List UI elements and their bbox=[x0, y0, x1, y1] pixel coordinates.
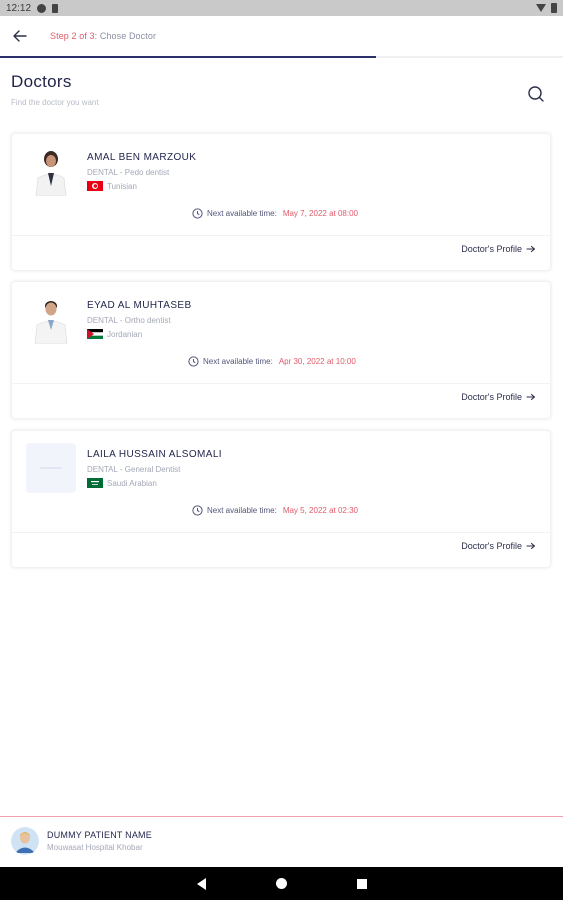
doctor-card[interactable]: AMAL BEN MARZOUK DENTAL - Pedo dentist T… bbox=[11, 133, 551, 271]
patient-name: DUMMY PATIENT NAME bbox=[47, 830, 152, 840]
card-divider bbox=[12, 383, 550, 384]
next-available-label: Next available time: bbox=[203, 357, 273, 366]
arrow-right-icon bbox=[526, 393, 536, 401]
system-nav-bar bbox=[0, 867, 563, 900]
doctor-card[interactable]: LAILA HUSSAIN ALSOMALI DENTAL - General … bbox=[11, 430, 551, 568]
doctor-specialty: DENTAL - General Dentist bbox=[87, 465, 181, 474]
top-bar: Step 2 of 3: Chose Doctor bbox=[0, 16, 563, 56]
arrow-right-icon bbox=[526, 245, 536, 253]
clock-icon bbox=[188, 356, 199, 367]
doctor-profile-link[interactable]: Doctor's Profile bbox=[461, 541, 536, 551]
nav-home-icon[interactable] bbox=[275, 878, 287, 889]
doctor-card[interactable]: EYAD AL MUHTASEB DENTAL - Ortho dentist … bbox=[11, 281, 551, 419]
next-available-label: Next available time: bbox=[207, 506, 277, 515]
footer-divider bbox=[0, 816, 563, 817]
nationality-label: Jordanian bbox=[107, 329, 143, 339]
clock-icon bbox=[192, 505, 203, 516]
clock: 12:12 bbox=[6, 2, 32, 14]
doctor-profile-link[interactable]: Doctor's Profile bbox=[461, 392, 536, 402]
wifi-icon bbox=[536, 4, 546, 12]
doctor-photo-placeholder bbox=[26, 443, 76, 493]
page-subtitle: Find the doctor you want bbox=[11, 98, 99, 107]
doctor-nationality: Tunisian bbox=[87, 181, 137, 191]
doctor-profile-label: Doctor's Profile bbox=[461, 392, 522, 402]
next-available-time: May 5, 2022 at 02:30 bbox=[282, 506, 358, 515]
clock-icon bbox=[192, 208, 203, 219]
doctor-name: AMAL BEN MARZOUK bbox=[87, 152, 197, 163]
status-bar: 12:12 bbox=[0, 0, 563, 16]
doctor-nationality: Saudi Arabian bbox=[87, 478, 157, 488]
doctor-photo bbox=[26, 294, 76, 344]
nav-back-icon[interactable] bbox=[196, 877, 206, 890]
tunisia-flag-icon bbox=[87, 181, 103, 191]
battery-icon bbox=[551, 3, 557, 13]
jordan-flag-icon bbox=[87, 329, 103, 339]
doctor-profile-label: Doctor's Profile bbox=[461, 541, 522, 551]
doctor-profile-link[interactable]: Doctor's Profile bbox=[461, 244, 536, 254]
step-label: Chose Doctor bbox=[99, 31, 157, 41]
search-icon bbox=[528, 86, 544, 102]
next-available: Next available time: Apr 30, 2022 at 10:… bbox=[188, 356, 356, 367]
nationality-label: Tunisian bbox=[107, 181, 137, 191]
card-divider bbox=[12, 532, 550, 533]
step-number: Step 2 of 3: bbox=[50, 31, 98, 41]
back-button[interactable] bbox=[0, 16, 40, 56]
arrow-right-icon bbox=[526, 542, 536, 550]
doctor-nationality: Jordanian bbox=[87, 329, 142, 339]
arrow-left-icon bbox=[13, 30, 27, 42]
sim-card-icon bbox=[52, 3, 59, 13]
doctor-profile-label: Doctor's Profile bbox=[461, 244, 522, 254]
patient-info[interactable]: DUMMY PATIENT NAME Mouwasat Hospital Kho… bbox=[11, 827, 152, 855]
notification-icon bbox=[37, 3, 47, 13]
next-available-time: May 7, 2022 at 08:00 bbox=[282, 209, 358, 218]
patient-avatar bbox=[11, 827, 39, 855]
step-progress-fill bbox=[0, 56, 376, 58]
doctor-specialty: DENTAL - Ortho dentist bbox=[87, 316, 171, 325]
step-indicator: Step 2 of 3: Chose Doctor bbox=[50, 31, 156, 41]
page-header: Doctors Find the doctor you want bbox=[11, 72, 551, 107]
next-available-time: Apr 30, 2022 at 10:00 bbox=[278, 357, 356, 366]
doctor-name: LAILA HUSSAIN ALSOMALI bbox=[87, 449, 222, 460]
search-button[interactable] bbox=[526, 84, 546, 104]
page-title: Doctors bbox=[11, 72, 72, 91]
patient-hospital: Mouwasat Hospital Khobar bbox=[47, 843, 143, 852]
card-divider bbox=[12, 235, 550, 236]
nationality-label: Saudi Arabian bbox=[107, 478, 157, 488]
doctor-specialty: DENTAL - Pedo dentist bbox=[87, 168, 170, 177]
doctor-photo bbox=[26, 146, 76, 196]
saudi-flag-icon bbox=[87, 478, 103, 488]
next-available-label: Next available time: bbox=[207, 209, 277, 218]
nav-recents-icon[interactable] bbox=[356, 878, 367, 889]
next-available: Next available time: May 7, 2022 at 08:0… bbox=[192, 208, 358, 219]
step-progress-bar bbox=[0, 56, 563, 58]
doctor-name: EYAD AL MUHTASEB bbox=[87, 300, 192, 311]
next-available: Next available time: May 5, 2022 at 02:3… bbox=[192, 505, 358, 516]
